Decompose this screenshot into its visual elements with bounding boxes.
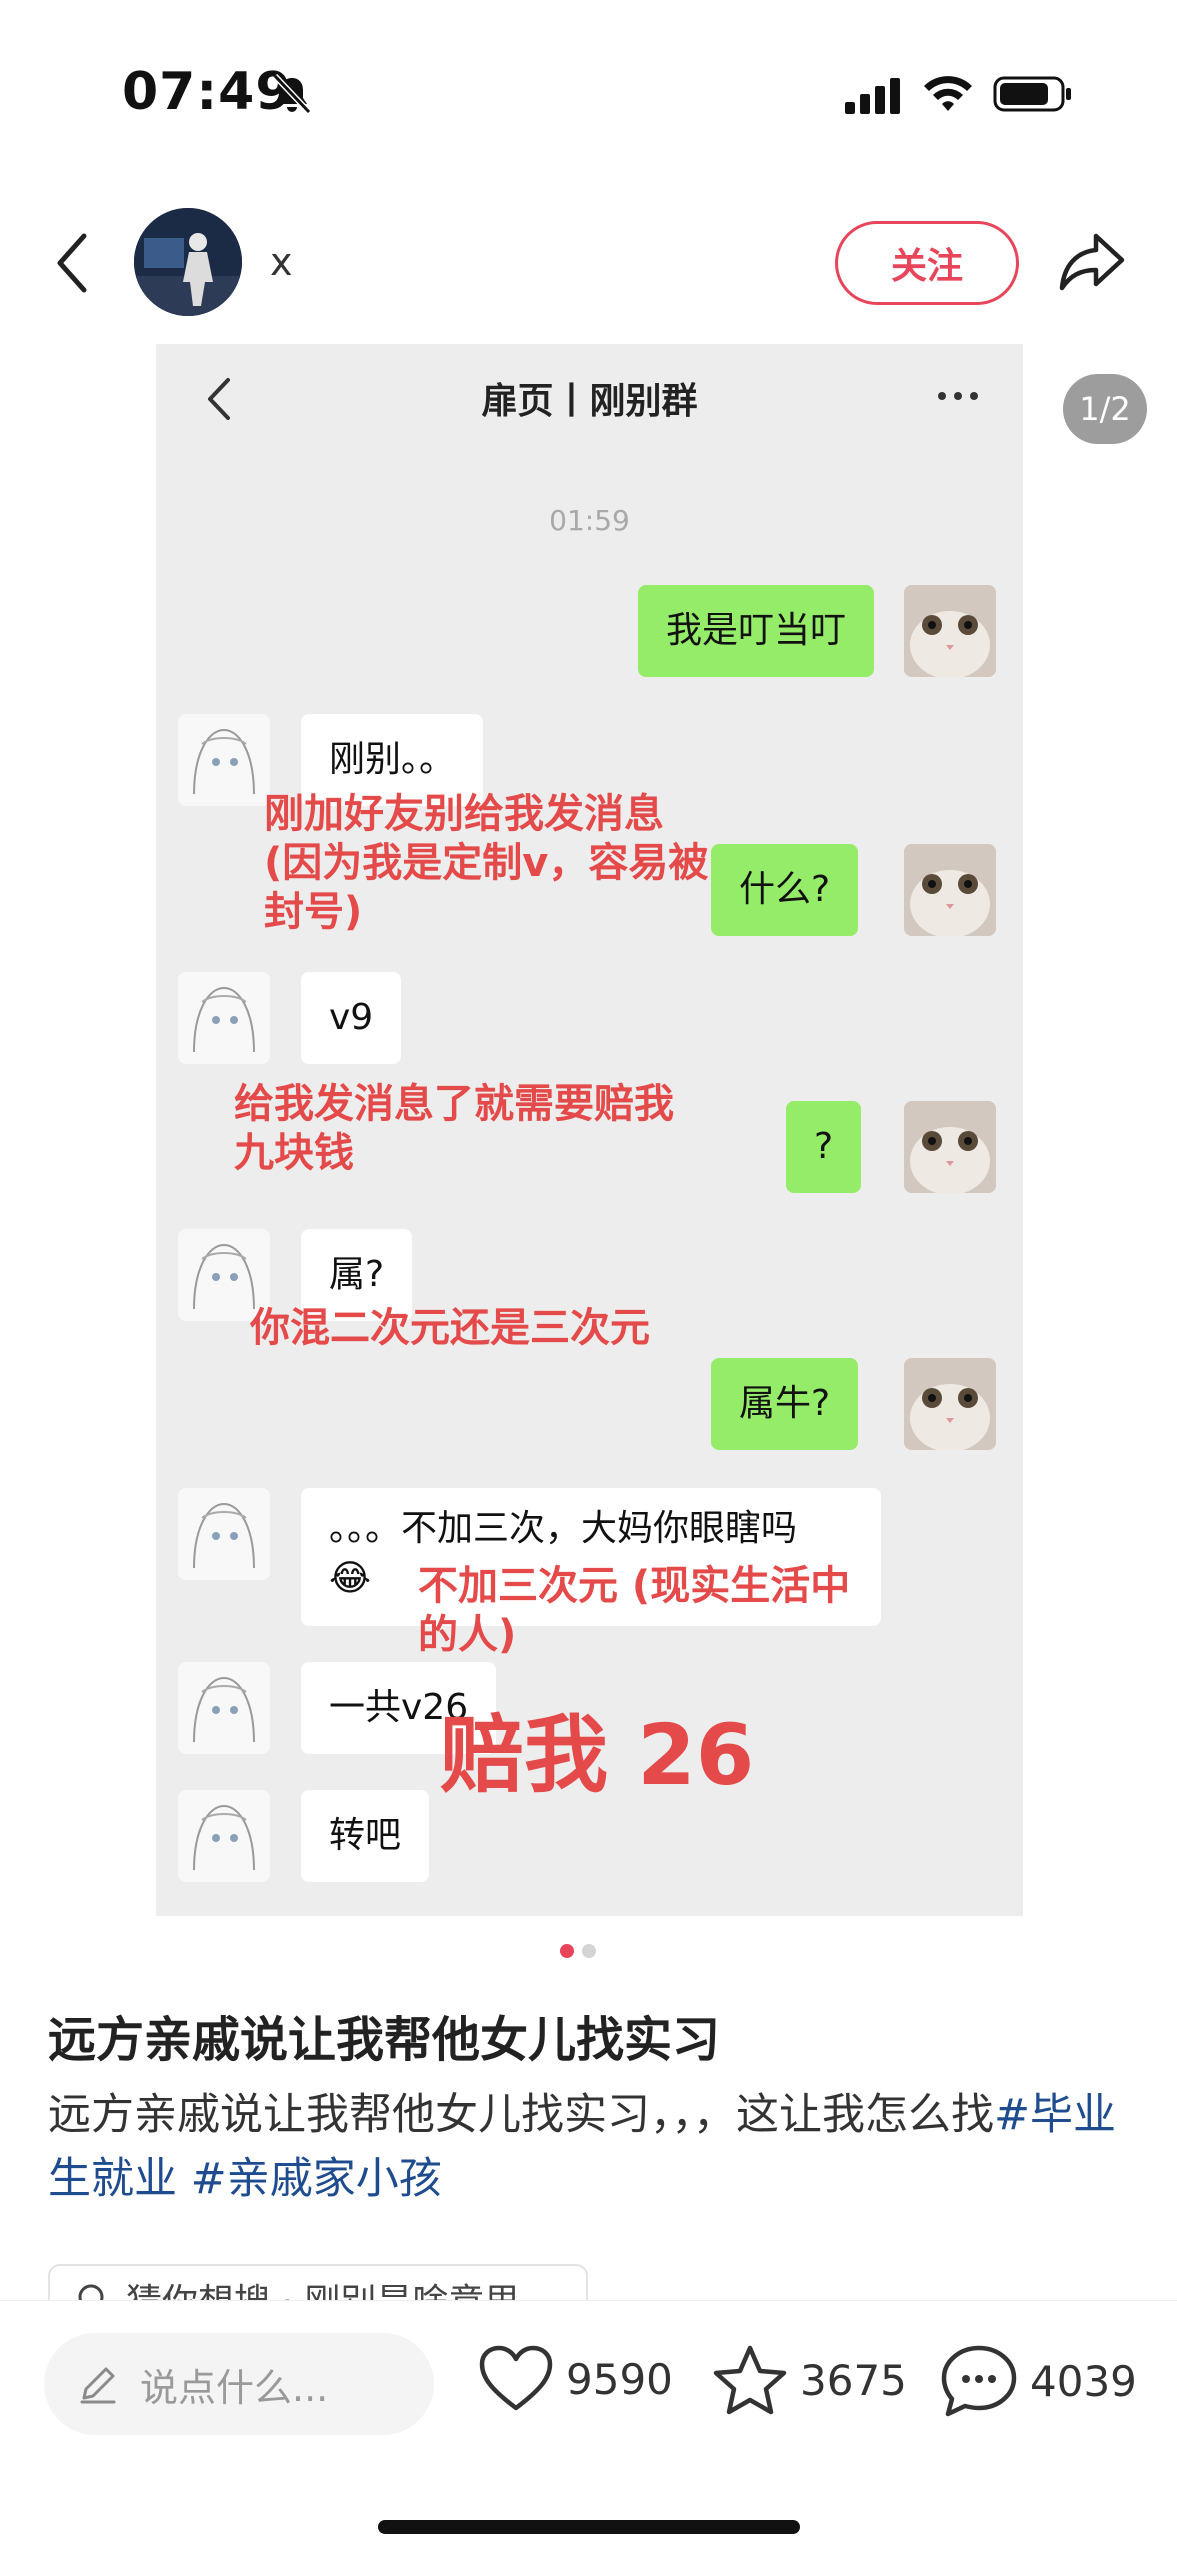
home-indicator[interactable] — [378, 2520, 800, 2534]
comment-icon — [941, 2345, 1017, 2417]
cat-avatar — [904, 1101, 996, 1193]
cat-avatar — [904, 844, 996, 936]
anime-avatar — [178, 972, 270, 1064]
annotation-text-large: 赔我 26 — [440, 1706, 755, 1804]
chat-bubble-right: 我是叮当叮 — [638, 585, 875, 677]
signal-icon — [845, 78, 900, 114]
hashtag-link[interactable]: #亲戚家小孩 — [191, 2154, 442, 2204]
bell-slash-icon — [272, 73, 312, 115]
anime-avatar — [178, 1662, 270, 1754]
annotation-text: 你混二次元还是三次元 — [250, 1305, 650, 1351]
star-icon — [713, 2345, 787, 2415]
avatar-image-icon — [134, 208, 242, 316]
chat-bubble-right: ? — [786, 1101, 862, 1193]
like-button[interactable]: 9590 — [478, 2344, 673, 2414]
chat-time: 01:59 — [549, 504, 630, 537]
carousel-dot — [582, 1944, 596, 1958]
chat-title: 扉页丨刚别群 — [481, 381, 698, 422]
share-icon[interactable] — [1056, 228, 1128, 294]
follow-button[interactable]: 关注 — [835, 221, 1019, 305]
post-title: 远方亲戚说让我帮他女儿找实习 — [48, 2012, 721, 2068]
chat-bubble-left: 转吧 — [301, 1790, 430, 1882]
heart-icon — [479, 2345, 553, 2411]
pencil-icon — [80, 2367, 116, 2404]
anime-avatar — [178, 714, 270, 806]
anime-avatar — [178, 1488, 270, 1580]
carousel-dots — [560, 1944, 596, 1958]
comment-input[interactable]: 说点什么... — [44, 2333, 434, 2435]
more-icon — [938, 392, 978, 400]
collect-count: 3675 — [800, 2355, 907, 2405]
collect-button[interactable]: 3675 — [712, 2344, 907, 2416]
anime-avatar — [178, 1790, 270, 1882]
like-count: 9590 — [566, 2354, 673, 2404]
annotation-text: 刚加好友别给我发消息 (因为我是定制v，容易被 封号) — [264, 791, 709, 935]
cat-avatar — [904, 585, 996, 677]
chat-bubble-right: 属牛? — [711, 1358, 859, 1450]
comment-count: 4039 — [1030, 2356, 1137, 2406]
chat-bubble-line: 。。。不加三次，大妈你眼瞎吗 — [329, 1508, 798, 1549]
comment-placeholder: 说点什么... — [140, 2365, 329, 2410]
status-time: 07:49 — [122, 62, 293, 122]
status-bar: 07:49 — [0, 0, 1177, 190]
annotation-text: 给我发消息了就需要赔我 九块钱 — [234, 1081, 674, 1176]
wifi-icon — [924, 76, 972, 111]
back-icon[interactable] — [50, 228, 94, 298]
annotation-text: 不加三次元 (现实生活中 的人) — [418, 1563, 851, 1658]
post-body-text: 远方亲戚说让我帮他女儿找实习，，，这让我怎么找 — [48, 2090, 994, 2140]
avatar[interactable] — [134, 208, 242, 316]
chat-bubble-right: 什么? — [711, 844, 859, 936]
comment-button[interactable]: 4039 — [940, 2344, 1137, 2418]
author-name[interactable]: x — [270, 240, 293, 284]
page-indicator: 1/2 — [1063, 374, 1147, 444]
emoji-laugh-icon: 😂 — [329, 1558, 372, 1600]
battery-icon — [993, 76, 1071, 112]
cat-avatar — [904, 1358, 996, 1450]
post-image[interactable]: 扉页丨刚别群 01:59 我是叮当叮 刚别。。 什么? 刚加好友别给我发消息 (… — [156, 344, 1023, 1916]
post-body: 远方亲戚说让我帮他女儿找实习，，，这让我怎么找#毕业生就业 #亲戚家小孩 — [48, 2084, 1138, 2211]
carousel-dot-active — [560, 1944, 574, 1958]
chat-bubble-left: v9 — [301, 972, 402, 1064]
